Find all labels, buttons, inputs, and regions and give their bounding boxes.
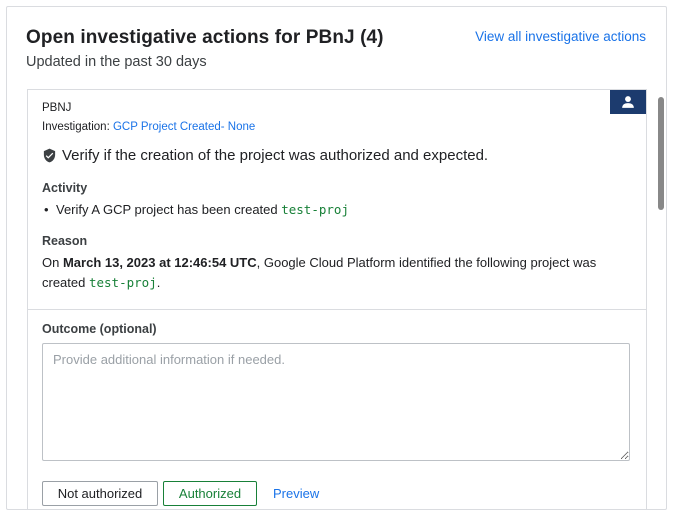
outcome-textarea[interactable] bbox=[42, 343, 630, 461]
outcome-section: Outcome (optional) Not authorized Author… bbox=[28, 310, 646, 509]
action-panel: PBNJ Investigation: GCP Project Created-… bbox=[27, 89, 647, 509]
reason-code: test-proj bbox=[88, 275, 157, 290]
preview-button[interactable]: Preview bbox=[259, 481, 334, 506]
action-text: Verify if the creation of the project wa… bbox=[62, 147, 489, 164]
action-title-row: Verify if the creation of the project wa… bbox=[42, 147, 632, 164]
activity-item: • Verify A GCP project has been created … bbox=[42, 202, 632, 217]
bullet: • bbox=[44, 202, 49, 217]
scrollbar[interactable] bbox=[656, 89, 666, 509]
activity-label: Activity bbox=[42, 181, 88, 195]
scrollbar-thumb[interactable] bbox=[658, 97, 664, 210]
shield-check-icon bbox=[43, 148, 56, 163]
reason-text: On March 13, 2023 at 12:46:54 UTC, Googl… bbox=[42, 255, 597, 290]
activity-text: Verify A GCP project has been created bbox=[56, 202, 282, 217]
investigation-line: Investigation: GCP Project Created- None bbox=[42, 121, 632, 133]
action-details: PBNJ Investigation: GCP Project Created-… bbox=[28, 90, 646, 310]
reason-date: March 13, 2023 at 12:46:54 UTC bbox=[62, 255, 257, 270]
assignee-button[interactable] bbox=[610, 90, 646, 114]
outcome-label: Outcome (optional) bbox=[42, 322, 157, 336]
company-name: PBNJ bbox=[42, 102, 72, 114]
action-buttons: Not authorized Authorized Preview bbox=[42, 481, 632, 506]
investigative-actions-card: Open investigative actions for PBnJ (4) … bbox=[6, 6, 667, 510]
investigation-link[interactable]: GCP Project Created- None bbox=[113, 121, 255, 133]
not-authorized-button[interactable]: Not authorized bbox=[42, 481, 158, 506]
investigation-label: Investigation: bbox=[42, 121, 110, 133]
activity-code: test-proj bbox=[281, 202, 349, 217]
card-header: Open investigative actions for PBnJ (4) … bbox=[26, 27, 646, 70]
reason-label: Reason bbox=[42, 234, 88, 248]
page-subtitle: Updated in the past 30 days bbox=[26, 54, 207, 70]
authorized-button[interactable]: Authorized bbox=[163, 481, 257, 506]
person-icon bbox=[622, 96, 634, 108]
view-all-link[interactable]: View all investigative actions bbox=[475, 29, 646, 44]
